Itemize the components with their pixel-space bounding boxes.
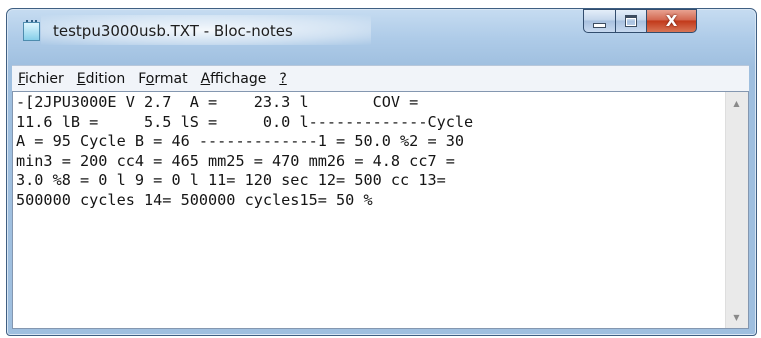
- vertical-scrollbar[interactable]: ▲ ▼: [725, 92, 748, 328]
- close-icon: X: [665, 12, 678, 30]
- minimize-icon: [593, 22, 606, 28]
- menu-help[interactable]: ?: [279, 71, 286, 87]
- minimize-button[interactable]: [583, 9, 616, 33]
- text-line: min3 = 200 cc4 = 465 mm25 = 470 mm26 = 4…: [16, 151, 455, 170]
- text-line: 3.0 %8 = 0 l 9 = 0 l 11= 120 sec 12= 500…: [16, 171, 446, 190]
- text-line: A = 95 Cycle B = 46 -------------1 = 50.…: [16, 132, 465, 151]
- notepad-icon[interactable]: [23, 20, 40, 41]
- close-button[interactable]: X: [646, 9, 697, 33]
- menu-affichage[interactable]: Affichage: [201, 71, 267, 87]
- text-line: -[2JPU3000E V 2.7 A = 23.3 l COV =: [16, 93, 419, 111]
- menu-edition[interactable]: Edition: [77, 71, 125, 87]
- menu-format[interactable]: Format: [138, 71, 187, 87]
- maximize-button[interactable]: [615, 9, 647, 33]
- maximize-icon: [625, 15, 637, 27]
- document-text[interactable]: -[2JPU3000E V 2.7 A = 23.3 l COV = 11.6 l…: [16, 93, 721, 323]
- text-line: 500000 cycles 14= 500000 cycles15= 50 %: [16, 190, 373, 209]
- menu-fichier[interactable]: Fichier: [18, 71, 64, 87]
- notepad-window: testpu3000usb.TXT - Bloc-notes X Fichier…: [6, 8, 757, 336]
- window-title: testpu3000usb.TXT - Bloc-notes: [53, 22, 293, 40]
- menu-bar: Fichier Edition Format Affichage ?: [12, 65, 749, 91]
- text-editor[interactable]: -[2JPU3000E V 2.7 A = 23.3 l COV = 11.6 l…: [12, 91, 749, 329]
- text-line: 11.6 lB = 5.5 lS = 0.0 l-------------Cyc…: [16, 112, 474, 131]
- scroll-up-icon[interactable]: ▲: [726, 94, 747, 112]
- scroll-down-icon[interactable]: ▼: [726, 308, 747, 326]
- title-bar[interactable]: testpu3000usb.TXT - Bloc-notes X: [7, 9, 756, 59]
